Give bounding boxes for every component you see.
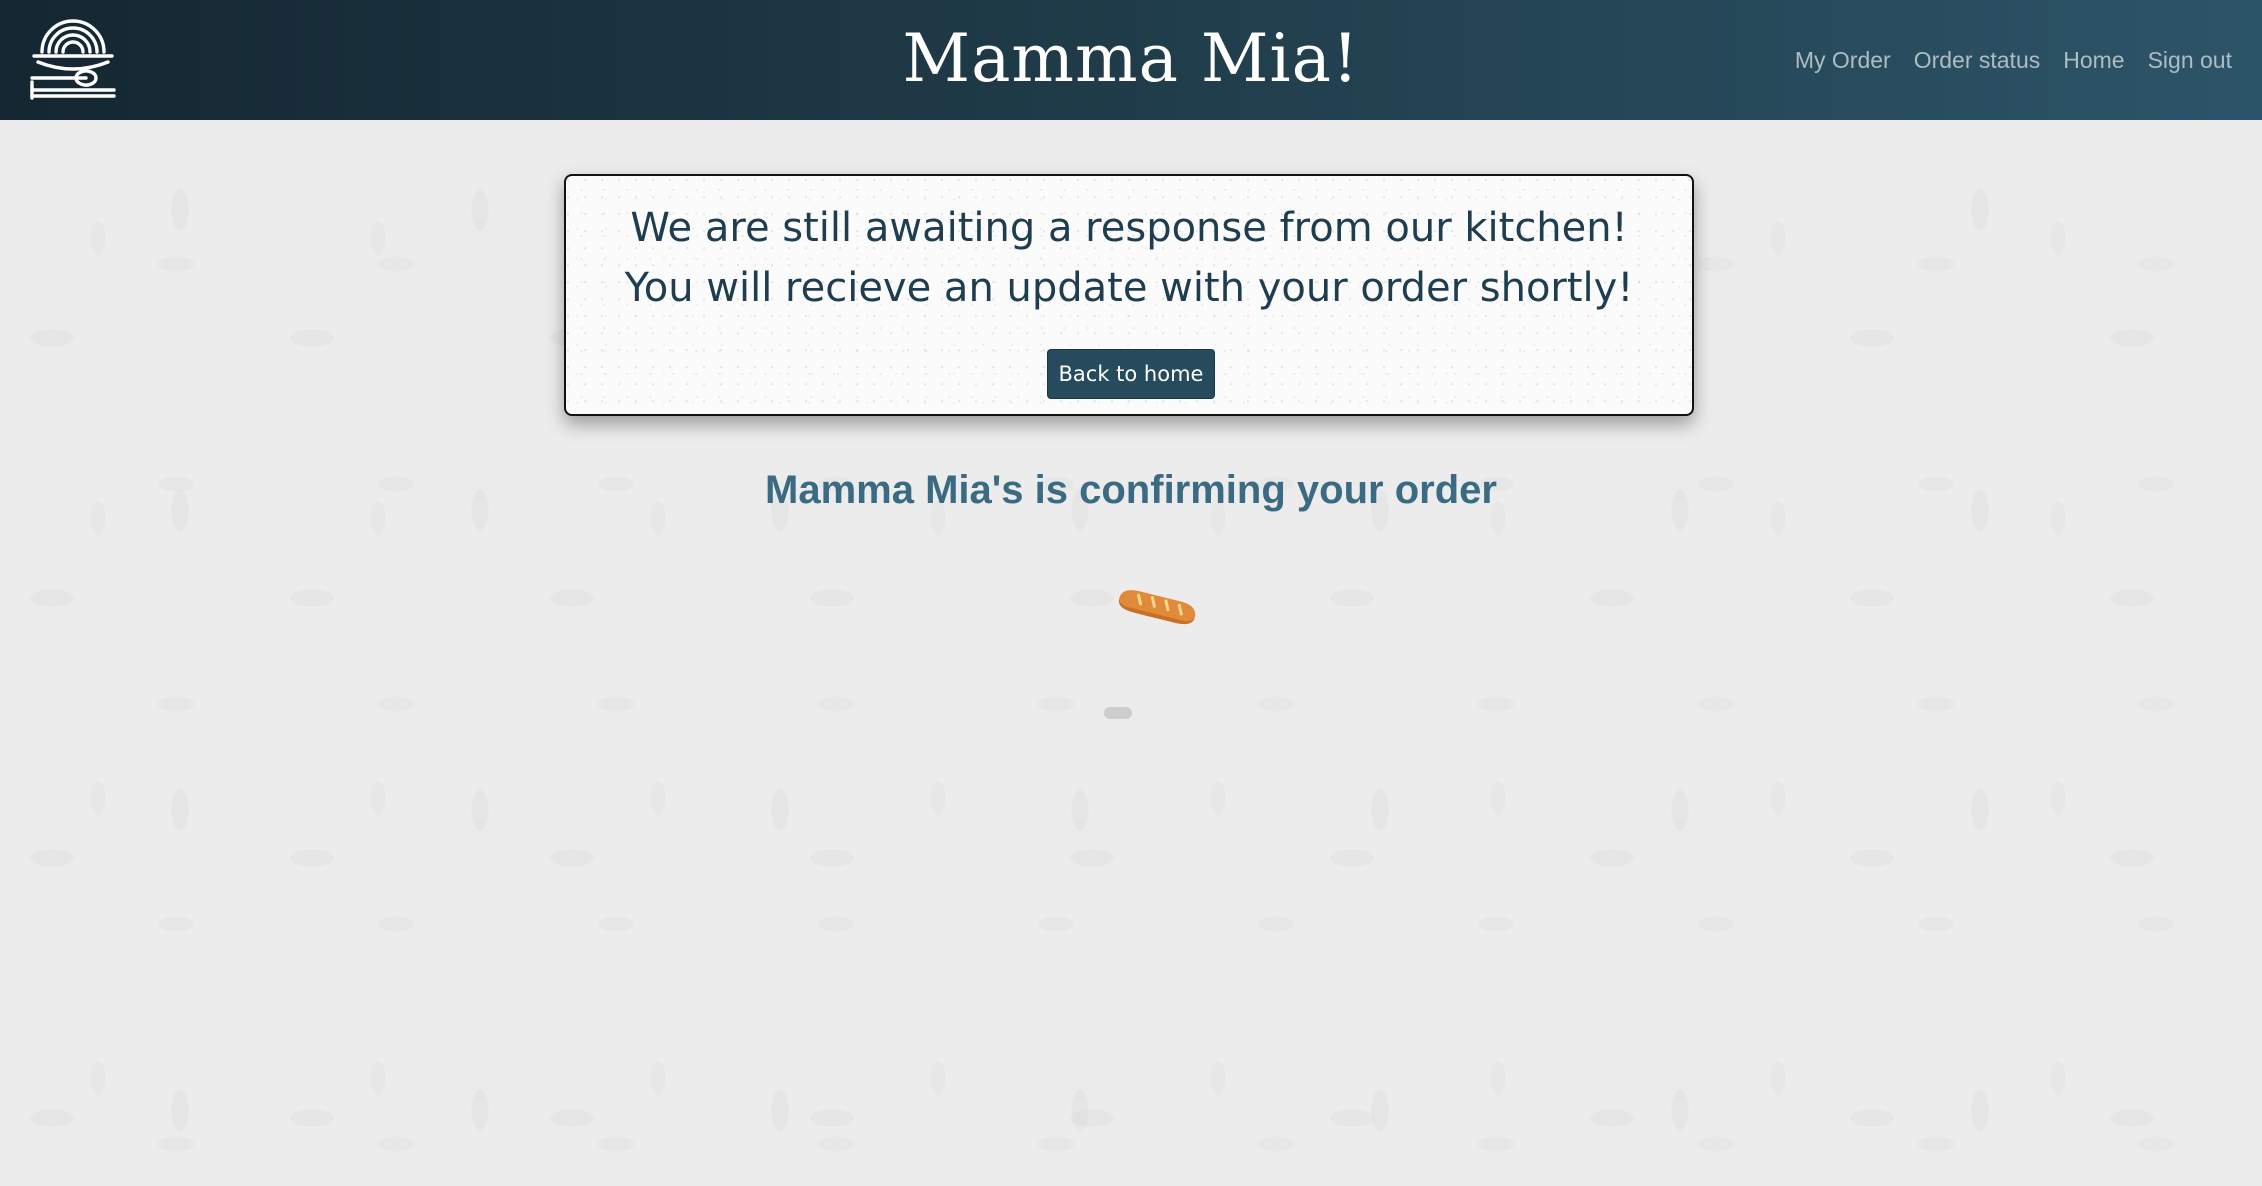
back-to-home-button[interactable]: Back to home <box>1047 349 1215 399</box>
awaiting-response-message: We are still awaiting a response from ou… <box>624 205 1634 311</box>
bread-loading-icon <box>1118 590 1196 625</box>
status-message-card: We are still awaiting a response from ou… <box>564 174 1694 416</box>
nav-sign-out[interactable]: Sign out <box>2148 42 2232 78</box>
confirming-order-heading: Mamma Mia's is confirming your order <box>765 468 1497 512</box>
top-navbar: Mamma Mia! My Order Order status Home Si… <box>0 0 2262 120</box>
nav-home[interactable]: Home <box>2063 42 2124 78</box>
main-nav: My Order Order status Home Sign out <box>1795 42 2232 78</box>
nav-order-status[interactable]: Order status <box>1914 42 2041 78</box>
nav-my-order[interactable]: My Order <box>1795 42 1891 78</box>
loading-shadow <box>1104 707 1132 719</box>
pasta-plate-logo-icon[interactable] <box>28 16 118 102</box>
